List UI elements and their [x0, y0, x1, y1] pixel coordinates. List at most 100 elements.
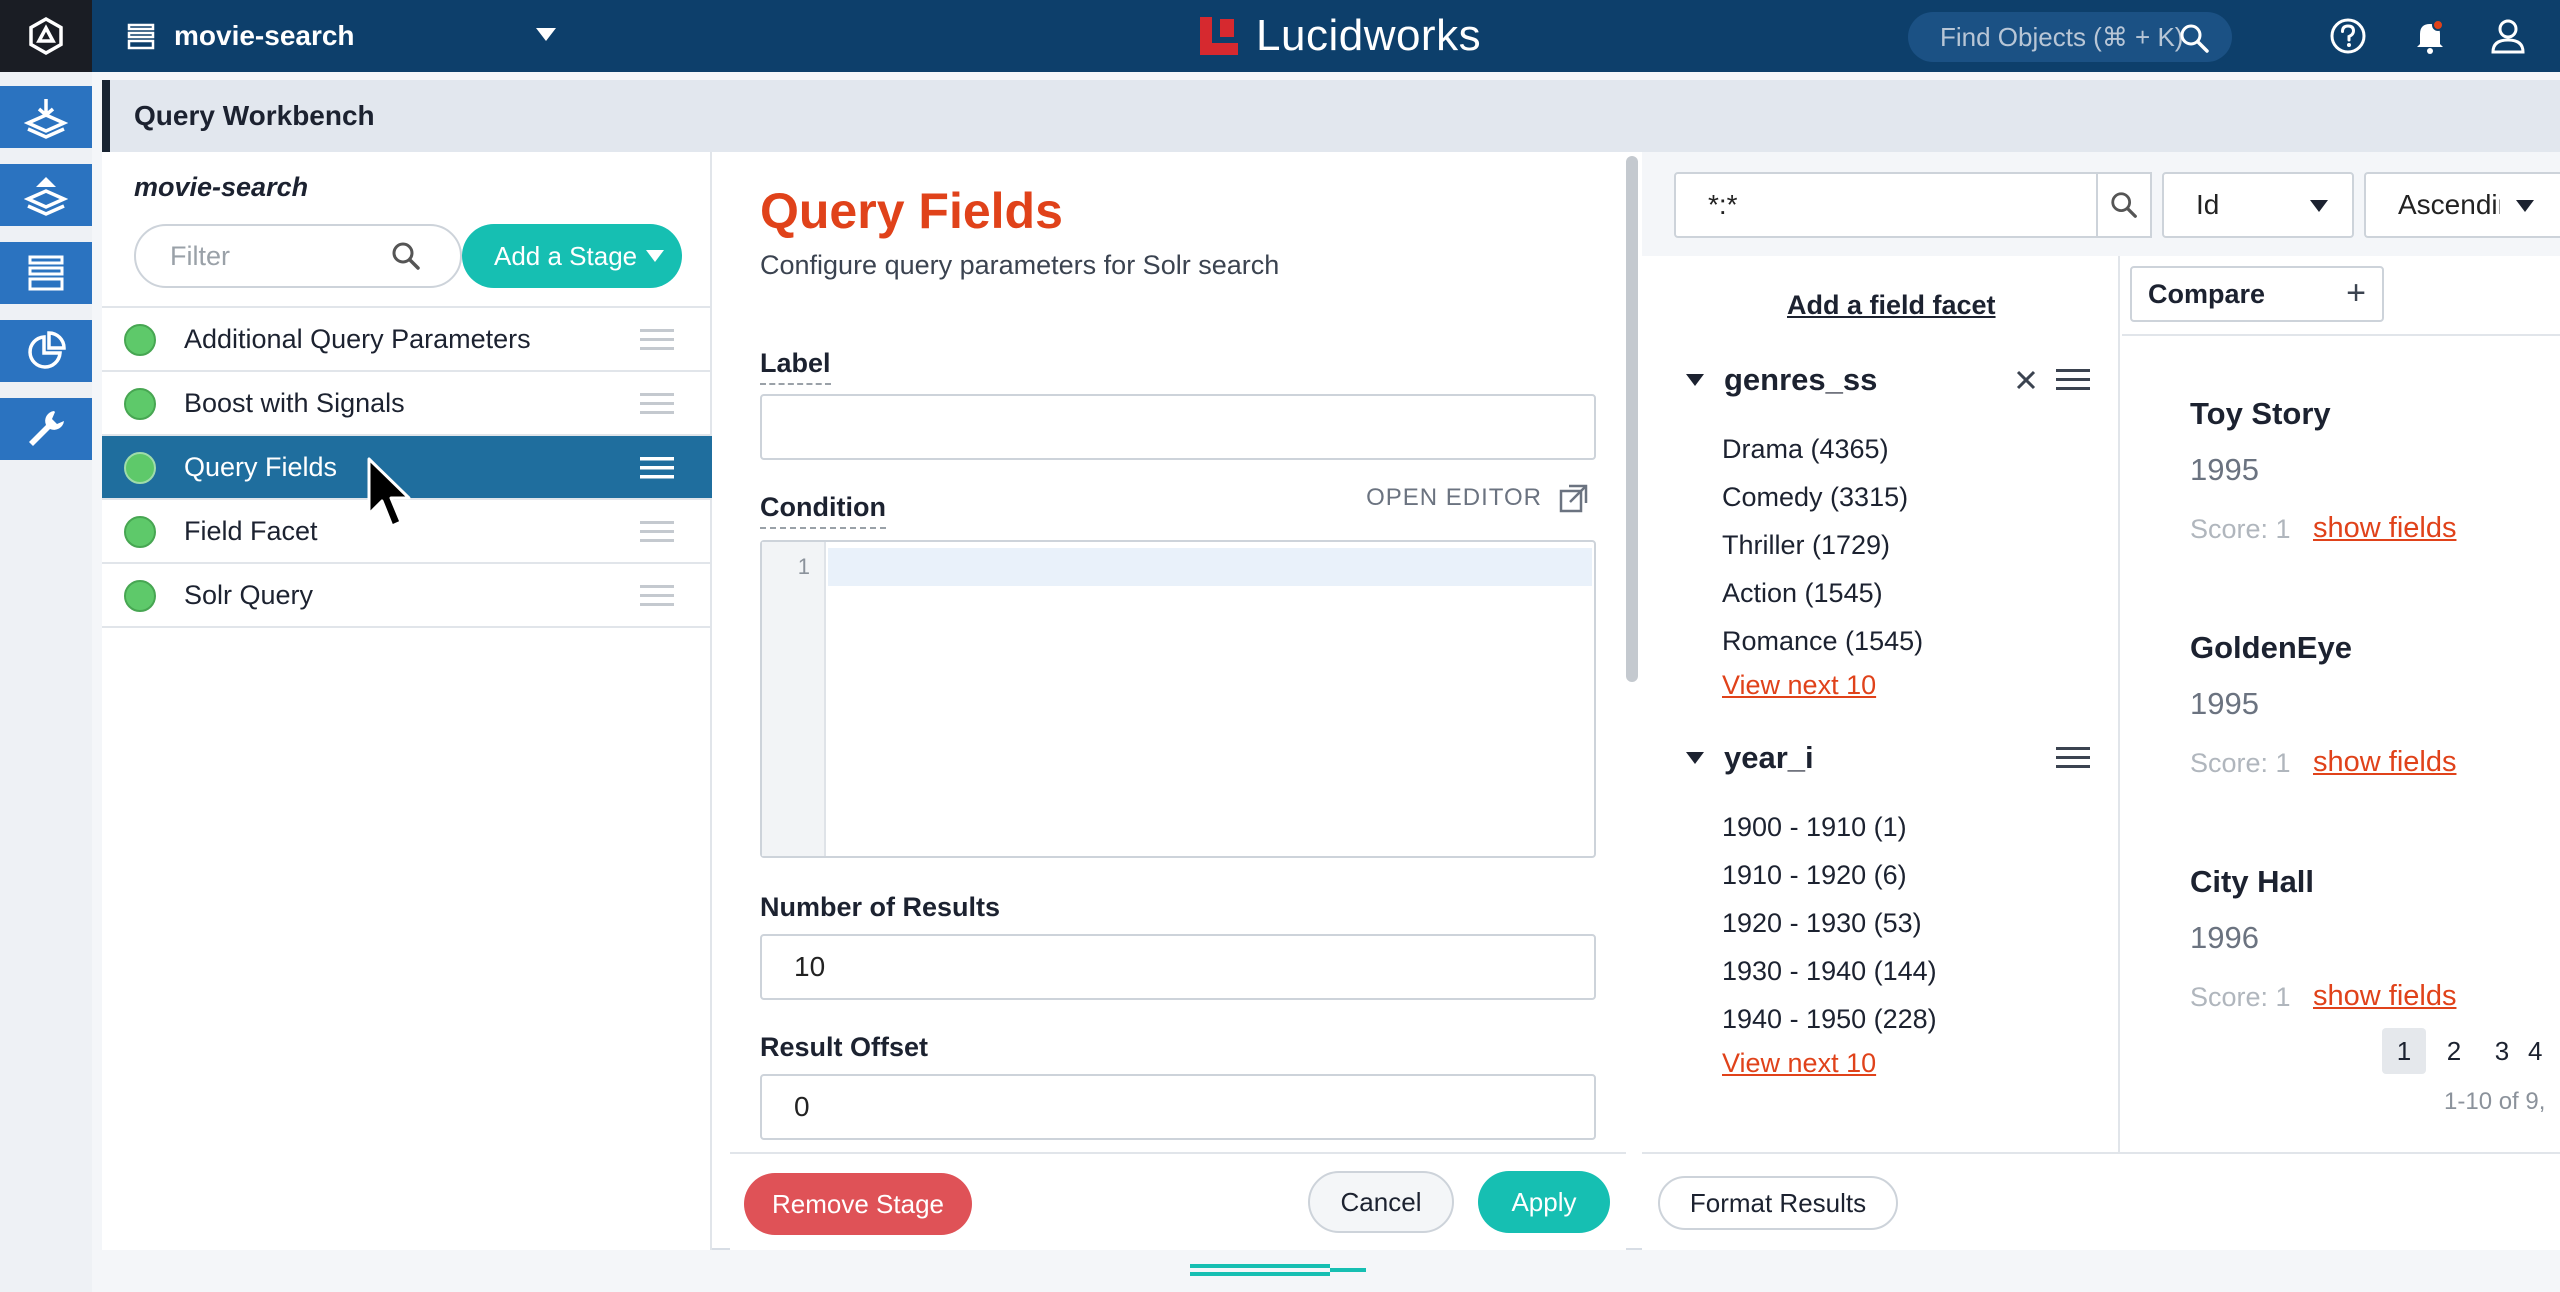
drag-handle-icon[interactable]	[640, 456, 674, 480]
bell-icon[interactable]	[2410, 16, 2450, 56]
page-button[interactable]: 4	[2528, 1028, 2560, 1074]
compare-button[interactable]: Compare +	[2130, 266, 2384, 322]
stage-item[interactable]: Additional Query Parameters	[102, 308, 712, 372]
fusion-logo-icon[interactable]	[0, 0, 92, 72]
page-title: Query Workbench	[134, 100, 375, 131]
stage-label: Additional Query Parameters	[184, 323, 531, 354]
drag-handle-icon[interactable]	[640, 520, 674, 544]
editor-scrollbar[interactable]	[1626, 156, 1638, 682]
app-selector[interactable]: movie-search	[126, 16, 556, 56]
add-stage-label: Add a Stage	[494, 240, 638, 271]
left-nav	[0, 72, 92, 1292]
top-bar: movie-search Lucidworks Find Objects (⌘ …	[0, 0, 2560, 72]
nav-system[interactable]	[0, 398, 92, 460]
facet-value[interactable]: Comedy (3315)	[1722, 482, 1908, 513]
query-input[interactable]	[1674, 172, 2098, 238]
help-icon[interactable]	[2328, 16, 2368, 56]
doc-score: Score: 1	[2190, 748, 2291, 778]
active-code-line[interactable]	[828, 548, 1592, 586]
apply-button[interactable]: Apply	[1478, 1171, 1610, 1233]
open-editor-label: OPEN EDITOR	[1366, 484, 1542, 511]
label-input[interactable]	[760, 394, 1596, 460]
external-link-icon	[1559, 484, 1588, 513]
stage-label: Solr Query	[184, 579, 314, 610]
status-dot	[124, 516, 156, 548]
facet-header[interactable]: year_i	[1686, 740, 1814, 776]
user-icon[interactable]	[2488, 16, 2528, 56]
chevron-down-icon	[2516, 200, 2534, 212]
nav-indexing[interactable]	[0, 164, 92, 226]
line-number: 1	[797, 554, 810, 579]
facet-value[interactable]: 1920 - 1930 (53)	[1722, 908, 1922, 939]
sort-field-select[interactable]: Id	[2162, 172, 2354, 238]
close-icon[interactable]	[2014, 368, 2038, 392]
search-icon	[392, 242, 420, 270]
condition-code-editor[interactable]: 1	[760, 540, 1596, 858]
remove-stage-button[interactable]: Remove Stage	[744, 1173, 972, 1235]
drag-handle-icon[interactable]	[640, 328, 674, 352]
sort-field-value: Id	[2196, 189, 2220, 220]
chevron-down-icon	[646, 250, 664, 262]
nav-querying[interactable]	[0, 242, 92, 304]
facet-value[interactable]: Drama (4365)	[1722, 434, 1889, 465]
facet-value[interactable]: 1930 - 1940 (144)	[1722, 956, 1937, 987]
query-search-button[interactable]	[2096, 172, 2152, 238]
nav-collections[interactable]	[0, 86, 92, 148]
view-next-link[interactable]: View next 10	[1722, 1048, 1876, 1079]
facet-header[interactable]: genres_ss	[1686, 362, 1877, 398]
app-stack-icon	[127, 23, 155, 50]
collections-icon	[24, 99, 68, 139]
doc-title: GoldenEye	[2190, 630, 2352, 665]
show-fields-link[interactable]: show fields	[2313, 980, 2456, 1013]
search-icon	[2180, 24, 2209, 53]
facet-value[interactable]: Romance (1545)	[1722, 626, 1923, 657]
caret-down-icon	[1686, 751, 1704, 764]
chevron-down-icon	[2310, 200, 2328, 212]
facet-value[interactable]: Action (1545)	[1722, 578, 1883, 609]
add-stage-button[interactable]: Add a Stage	[462, 224, 682, 288]
compare-label: Compare	[2148, 278, 2266, 309]
nav-analytics[interactable]	[0, 320, 92, 382]
page-button[interactable]: 3	[2480, 1028, 2524, 1074]
view-next-link[interactable]: View next 10	[1722, 670, 1876, 701]
facet-value[interactable]: 1910 - 1920 (6)	[1722, 860, 1907, 891]
status-dot	[124, 388, 156, 420]
search-icon	[2111, 192, 2137, 218]
page-button[interactable]: 2	[2432, 1028, 2476, 1074]
number-of-results-input[interactable]	[760, 934, 1596, 1000]
format-results-button[interactable]: Format Results	[1658, 1176, 1898, 1230]
results-docs	[2122, 256, 2560, 1152]
facet-name: genres_ss	[1724, 362, 1878, 397]
page-button[interactable]: 1	[2382, 1028, 2426, 1074]
menu-icon[interactable]	[2056, 746, 2090, 770]
doc-title: City Hall	[2190, 864, 2315, 899]
facet-value[interactable]: Thriller (1729)	[1722, 530, 1890, 561]
line-gutter: 1	[762, 542, 826, 856]
result-offset-label: Result Offset	[760, 1032, 929, 1062]
find-placeholder: Find Objects (⌘ + K)	[1940, 21, 2184, 52]
menu-icon[interactable]	[2056, 368, 2090, 392]
stage-item[interactable]: Boost with Signals	[102, 372, 712, 436]
panel-resize-handle[interactable]	[1190, 1264, 1366, 1276]
find-objects-search[interactable]: Find Objects (⌘ + K)	[1908, 12, 2232, 62]
facet-value[interactable]: 1900 - 1910 (1)	[1722, 812, 1907, 843]
show-fields-link[interactable]: show fields	[2313, 512, 2456, 545]
facet-name: year_i	[1724, 740, 1814, 775]
drag-handle-icon[interactable]	[640, 392, 674, 416]
result-offset-input[interactable]	[760, 1074, 1596, 1140]
show-fields-link[interactable]: show fields	[2313, 746, 2456, 779]
drag-handle-icon[interactable]	[640, 584, 674, 608]
doc-year: 1996	[2190, 920, 2259, 955]
sort-order-select[interactable]: Ascending	[2364, 172, 2560, 238]
cancel-button[interactable]: Cancel	[1308, 1171, 1454, 1233]
doc-title: Toy Story	[2190, 396, 2331, 431]
brand-name: Lucidworks	[1256, 11, 1482, 60]
open-editor-link[interactable]: OPEN EDITOR	[1366, 482, 1590, 514]
facet-value[interactable]: 1940 - 1950 (228)	[1722, 1004, 1937, 1035]
stage-item[interactable]: Solr Query	[102, 564, 712, 628]
doc-year: 1995	[2190, 686, 2259, 721]
editor-subtitle: Configure query parameters for Solr sear…	[760, 250, 1280, 280]
system-tools-icon	[29, 411, 64, 446]
add-field-facet-link[interactable]: Add a field facet	[1787, 290, 1996, 321]
doc-score: Score: 1	[2190, 514, 2291, 544]
